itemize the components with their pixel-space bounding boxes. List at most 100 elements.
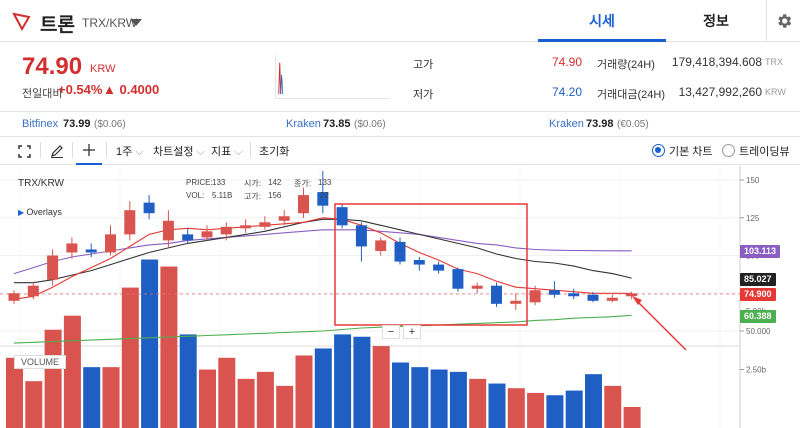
overlays-toggle[interactable]: ▶ Overlays [18,207,62,217]
change-percent: +0.54% [58,82,103,97]
candle-body [433,264,445,271]
basic-chart-radio[interactable] [652,144,665,157]
amount-value: 13,427,992,260 [678,85,762,99]
info-vol-label: VOL: [186,191,205,200]
candle-body [568,293,580,297]
indicators-dropdown[interactable]: 지표 ⌵ [211,143,243,159]
volume-bar [527,392,545,428]
candle-body [452,269,464,289]
zoom-in-button[interactable]: + [403,325,421,339]
indicators-label: 지표 [211,146,232,158]
exchange-name[interactable]: Bitfinex [22,118,58,130]
volume-label: VOLUME [14,355,67,369]
volume-bar [411,367,429,428]
candle-body [162,220,174,241]
exchange-name[interactable]: Kraken [549,118,584,130]
toolbar-divider [40,142,41,158]
low-label: 저가 [413,89,434,101]
gear-icon [777,14,791,28]
tab-quote[interactable]: 시세 [538,0,666,42]
toolbar-divider [106,142,107,158]
volume-bar [353,336,371,428]
info-price-value: 133 [212,178,226,187]
info-vol-value: 5.11B [212,191,233,200]
exchange-change: ($0.06) [354,119,386,130]
volume-bar [585,374,602,428]
chevron-down-icon[interactable] [130,19,142,26]
candle-body [529,290,541,303]
volume-bar [121,287,139,428]
candle-body [201,231,213,238]
zoom-out-button[interactable]: − [382,325,400,339]
exchange-price: 73.99 [63,118,91,130]
ma-green-line [13,314,632,344]
candle-body [626,293,638,297]
overlays-label: Overlays [26,207,62,217]
exchange-name[interactable]: Kraken [286,118,321,130]
ma-green-badge: 60.388 [740,310,776,323]
volume-bar [25,381,43,428]
volume-label: 거래량(24H) [597,59,655,71]
candle-body [394,241,406,262]
chart-settings-dropdown[interactable]: 차트설정 ⌵ [153,143,205,159]
info-high-label: 고가: [244,192,261,201]
ma-purple-badge: 103.113 [740,245,781,258]
info-price-label: PRICE: [186,178,213,187]
volume-bar [565,390,583,428]
candle-body [105,234,116,253]
candle-body [491,285,502,304]
volume-bar [604,385,622,428]
exchange-price: 73.98 [586,118,614,130]
candle-body [240,225,252,229]
candle-body [587,294,599,301]
candle-body [355,225,367,247]
current-price: 74.90 [22,53,83,80]
candle-body [66,243,78,253]
chevron-down-icon: ⌵ [193,146,205,158]
tab-info[interactable]: 정보 [666,0,766,42]
tradingview-label: 트레이딩뷰 [739,146,790,158]
high-value: 74.90 [551,55,582,69]
candle-body [220,226,232,235]
period-dropdown[interactable]: 1주 ⌵ [116,143,144,159]
volume-bar [237,378,255,428]
change-label: 전일대비 [22,88,63,100]
volume-bar [102,367,120,428]
exchange-price: 73.85 [323,118,351,130]
crosshair-button[interactable] [76,138,102,165]
volume-bar [334,334,352,428]
toolbar-divider [72,142,73,158]
volume-bar [623,406,641,428]
volume-tick-label: 2.50b [746,366,767,375]
volume-bar [469,378,487,428]
reset-button[interactable]: 초기화 [259,143,289,159]
volume-bar [199,369,216,428]
candle-body [143,202,155,214]
price-unit: KRW [90,63,116,75]
mini-price-chart [275,55,390,99]
pencil-icon[interactable] [50,144,64,158]
period-label: 1주 [116,146,133,158]
crosshair-icon [83,144,95,156]
fullscreen-icon[interactable] [18,145,31,158]
candle-body [548,290,560,295]
coin-pair[interactable]: TRX/KRW [82,16,137,30]
candle-body [182,234,194,241]
high-label: 고가 [413,59,434,71]
info-open-label: 시가: [244,179,261,188]
volume-bar [372,346,390,428]
price-chart[interactable]: 1501251007550.000 7.50b5.00b2.50b [0,166,800,428]
chevron-down-icon: ⌵ [231,146,243,158]
candle-body [336,207,348,226]
last-price-badge: 74.900 [740,288,776,301]
candle-body [85,249,97,253]
basic-chart-label: 기본 차트 [669,146,713,158]
highlight-box [334,203,528,326]
tradingview-radio[interactable] [722,144,735,157]
info-low-value: 22 [320,191,329,200]
volume-bar [488,383,506,428]
settings-button[interactable] [766,0,800,42]
chart-settings-label: 차트설정 [153,146,194,158]
volume-bars [6,259,641,428]
low-value: 74.20 [551,85,582,99]
